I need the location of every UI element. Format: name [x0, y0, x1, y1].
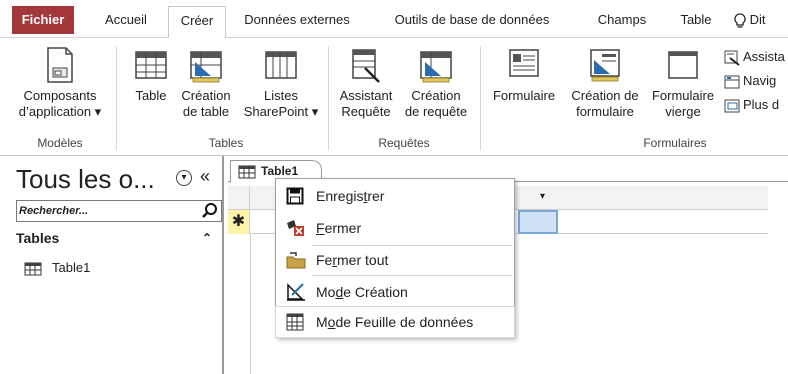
navigation-form-icon [724, 75, 740, 89]
group-label-tables: Tables [208, 136, 244, 150]
blank-form-label-2: vierge [665, 104, 701, 119]
menu-item-design-view-label: Mode Création [316, 284, 408, 300]
more-forms-icon [724, 99, 740, 113]
lightbulb-icon [734, 12, 746, 28]
group-separator [116, 46, 117, 150]
ribbon-tab-bar: Fichier Accueil Créer Données externes O… [0, 0, 788, 39]
tab-table[interactable]: Table [668, 6, 724, 34]
form-button[interactable]: Formulaire [484, 46, 564, 104]
form-design-button[interactable]: Création de formulaire [562, 46, 648, 120]
tab-champs[interactable]: Champs [586, 6, 658, 34]
group-label-formulaires: Formulaires [643, 136, 707, 150]
selected-cell[interactable] [518, 210, 558, 234]
more-forms-button[interactable]: Plus d [724, 96, 779, 114]
column-dropdown-icon[interactable]: ▾ [540, 191, 545, 202]
ribbon: Composants d’application ▾ Modèles Table… [0, 38, 788, 156]
new-record-marker[interactable]: ✱ [228, 210, 250, 234]
table-design-label-1: Création [181, 88, 231, 103]
close-object-icon [287, 220, 304, 236]
tab-outils-base-de-donnees[interactable]: Outils de base de données [372, 6, 572, 34]
form-wizard-label: Assista [743, 49, 785, 64]
form-design-icon [590, 49, 620, 82]
sharepoint-lists-button[interactable]: Listes SharePoint ▾ [238, 46, 324, 120]
nav-section-label: Tables [16, 230, 60, 246]
table-label: Table [135, 88, 167, 103]
shutter-collapse-icon[interactable]: « [200, 166, 210, 187]
menu-item-design-view[interactable]: Mode Création [276, 277, 514, 307]
tab-tell-me[interactable]: Dit [734, 6, 788, 34]
app-parts-label-2: d’application ▾ [18, 104, 102, 119]
tab-donnees-externes[interactable]: Données externes [232, 6, 362, 34]
tab-fichier[interactable]: Fichier [12, 6, 74, 34]
query-design-label-2: de requête [404, 104, 468, 119]
datasheet-view-icon [286, 313, 304, 331]
form-icon [509, 49, 539, 77]
more-forms-label: Plus d [743, 97, 780, 112]
group-label-requetes: Requêtes [378, 136, 430, 150]
close-all-folder-icon [286, 252, 306, 269]
nav-pane-title[interactable]: Tous les o... [16, 164, 155, 195]
app-parts-label-1: Composants [23, 88, 97, 103]
menu-item-datasheet-view[interactable]: Mode Feuille de données [275, 306, 515, 338]
form-label: Formulaire [492, 88, 556, 103]
form-wizard-button[interactable]: Assista [724, 48, 785, 66]
nav-search-input[interactable] [17, 201, 197, 221]
blank-form-button[interactable]: Formulaire vierge [646, 46, 720, 120]
menu-item-close-all-label: Fermer tout [316, 252, 389, 268]
form-design-label-1: Création de [571, 88, 639, 103]
tab-creer[interactable]: Créer [168, 6, 226, 39]
nav-section-tables[interactable]: Tables ⌃ [16, 230, 222, 250]
table-icon [135, 51, 167, 79]
query-wizard-label-2: Requête [341, 104, 391, 119]
table-design-icon [190, 51, 222, 83]
design-view-icon [287, 283, 305, 301]
query-wizard-button[interactable]: Assistant Requête [334, 46, 398, 120]
collapse-chevron-icon[interactable]: ⌃ [202, 231, 212, 245]
search-icon[interactable] [201, 202, 219, 220]
document-tab-label: Table1 [261, 164, 299, 178]
group-separator [328, 46, 329, 150]
blank-form-icon [668, 51, 698, 79]
sharepoint-label-2: SharePoint ▾ [243, 104, 319, 119]
select-all-cell[interactable] [228, 186, 250, 210]
app-parts-button[interactable]: Composants d’application ▾ [10, 46, 110, 120]
tab-context-menu: Enregistrer Fermer Fermer tout Mode Créa… [275, 178, 515, 338]
query-wizard-label-1: Assistant [339, 88, 393, 103]
group-separator [480, 46, 481, 150]
sharepoint-list-icon [265, 51, 297, 79]
save-icon [286, 187, 304, 205]
nav-item-label: Table1 [52, 260, 91, 275]
menu-item-close-label: Fermer [316, 220, 362, 236]
menu-item-datasheet-view-label: Mode Feuille de données [316, 314, 474, 330]
nav-item-table1[interactable]: Table1 [24, 259, 90, 277]
group-label-modeles: Modèles [37, 136, 83, 150]
nav-menu-chevron-icon[interactable]: ▾ [176, 170, 192, 186]
menu-item-save[interactable]: Enregistrer [276, 181, 514, 211]
grid-line [250, 234, 251, 374]
tell-me-label: Dit [749, 12, 766, 27]
app-parts-icon [47, 47, 73, 83]
navigation-pane: Tous les o... ▾ « Tables ⌃ Table1 [10, 156, 224, 374]
query-design-label-1: Création [411, 88, 461, 103]
tab-accueil[interactable]: Accueil [92, 6, 160, 34]
query-wizard-icon [352, 49, 380, 83]
query-design-icon [420, 51, 452, 83]
table-design-label-2: de table [182, 104, 230, 119]
table-icon [24, 262, 42, 276]
table-design-button[interactable]: Création de table [174, 46, 238, 120]
query-design-button[interactable]: Création de requête [398, 46, 474, 120]
menu-item-save-label: Enregistrer [316, 188, 385, 204]
sharepoint-label-1: Listes [264, 88, 298, 103]
menu-separator [312, 275, 512, 276]
navigation-label: Navig [743, 73, 777, 88]
menu-item-close-all[interactable]: Fermer tout [276, 245, 514, 275]
nav-search-box [16, 200, 222, 222]
menu-item-close[interactable]: Fermer [276, 213, 514, 243]
form-wizard-icon [724, 50, 740, 66]
table-icon [238, 165, 256, 179]
blank-form-label-1: Formulaire [651, 88, 715, 103]
table-button[interactable]: Table [128, 46, 174, 104]
form-design-label-2: formulaire [576, 104, 634, 119]
navigation-button[interactable]: Navig [724, 72, 776, 90]
